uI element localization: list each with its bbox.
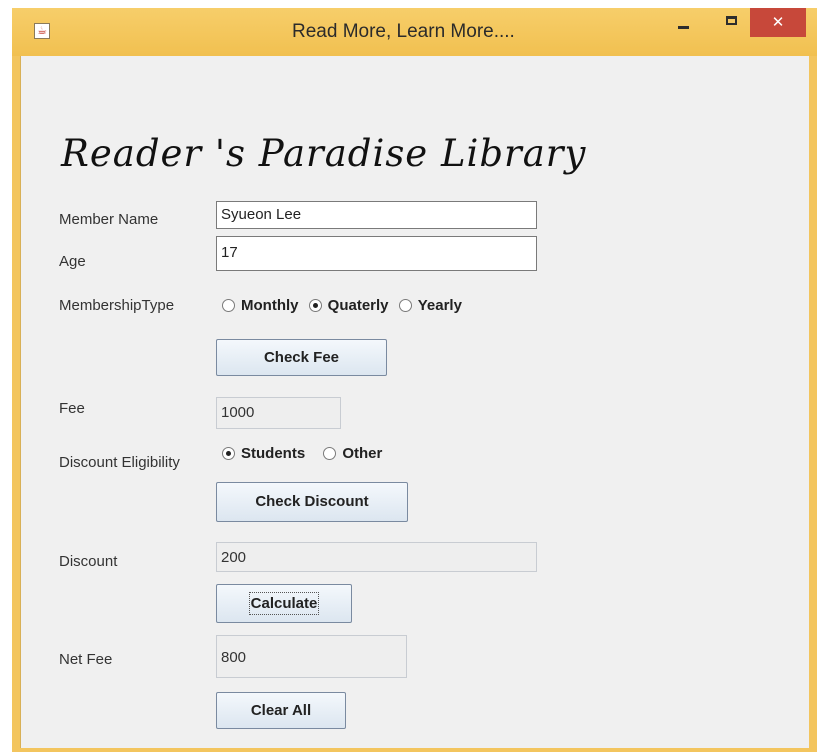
title-bar[interactable]: ☕ Read More, Learn More.... ✕ bbox=[12, 8, 817, 56]
fee-label: Fee bbox=[59, 400, 85, 417]
close-icon: ✕ bbox=[771, 14, 785, 31]
check-fee-button[interactable]: Check Fee bbox=[216, 339, 387, 376]
radio-students[interactable]: Students bbox=[222, 445, 305, 462]
fee-field[interactable]: 1000 bbox=[216, 397, 341, 429]
radio-yearly-label: Yearly bbox=[417, 297, 462, 314]
membership-type-radio-group: Monthly Quaterly Yearly bbox=[222, 297, 468, 314]
radio-students-label: Students bbox=[241, 445, 306, 462]
membership-type-label: MembershipType bbox=[59, 297, 175, 314]
check-fee-button-label: Check Fee bbox=[263, 349, 340, 366]
age-label: Age bbox=[59, 253, 86, 270]
radio-monthly[interactable]: Monthly bbox=[222, 297, 299, 314]
discount-eligibility-radio-group: Students Other bbox=[222, 445, 388, 462]
form-panel: Reader 's Paradise Library Member Name S… bbox=[20, 56, 809, 748]
radio-monthly-indicator[interactable] bbox=[222, 299, 235, 312]
radio-other-label: Other bbox=[342, 445, 383, 462]
check-discount-button[interactable]: Check Discount bbox=[216, 482, 408, 522]
discount-field[interactable]: 200 bbox=[216, 542, 537, 572]
member-name-label: Member Name bbox=[59, 211, 159, 228]
net-fee-label: Net Fee bbox=[59, 651, 113, 668]
member-name-field[interactable]: Syueon Lee bbox=[216, 201, 537, 229]
radio-quaterly[interactable]: Quaterly bbox=[308, 297, 389, 314]
radio-yearly-indicator[interactable] bbox=[398, 299, 412, 312]
clear-all-button[interactable]: Clear All bbox=[216, 692, 346, 729]
minimize-icon[interactable] bbox=[678, 26, 689, 29]
java-app-icon[interactable]: ☕ bbox=[34, 23, 50, 39]
calculate-button-label: Calculate bbox=[248, 592, 320, 615]
app-window: ☕ Read More, Learn More.... ✕ Reader 's … bbox=[12, 8, 817, 752]
radio-yearly[interactable]: Yearly bbox=[398, 297, 462, 314]
radio-monthly-label: Monthly bbox=[241, 297, 299, 314]
radio-other-indicator[interactable] bbox=[323, 447, 337, 460]
radio-quaterly-indicator[interactable] bbox=[308, 299, 322, 312]
maximize-icon[interactable] bbox=[726, 16, 737, 25]
check-discount-button-label: Check Discount bbox=[255, 493, 369, 510]
library-heading: Reader 's Paradise Library bbox=[61, 132, 587, 175]
discount-eligibility-label: Discount Eligibility bbox=[59, 454, 180, 471]
net-fee-field[interactable]: 800 bbox=[216, 635, 407, 678]
close-button[interactable]: ✕ bbox=[750, 8, 806, 37]
clear-all-button-label: Clear All bbox=[250, 702, 312, 719]
radio-students-indicator[interactable] bbox=[222, 447, 235, 460]
age-field[interactable]: 17 bbox=[216, 236, 537, 271]
window-title: Read More, Learn More.... bbox=[292, 21, 515, 42]
radio-quaterly-label: Quaterly bbox=[327, 297, 389, 314]
calculate-button[interactable]: Calculate bbox=[216, 584, 352, 623]
radio-other[interactable]: Other bbox=[323, 445, 382, 462]
discount-label: Discount bbox=[59, 553, 118, 570]
